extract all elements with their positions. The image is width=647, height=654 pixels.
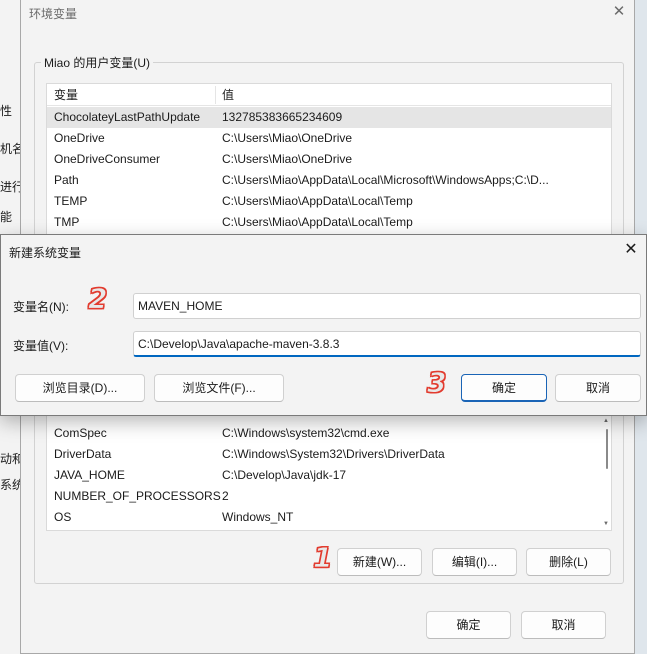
bg-fragment: 系统属 [0,478,22,492]
variable-name: Path [54,173,79,187]
table-row[interactable]: DriverData C:\Windows\System32\Drivers\D… [47,444,611,465]
scroll-down-icon[interactable]: ▼ [602,520,610,528]
variable-value-label: 变量值(V): [13,339,69,353]
table-row[interactable]: JAVA_HOME C:\Develop\Java\jdk-17 [47,465,611,486]
variable-value: C:\Users\Miao\OneDrive [222,152,353,166]
bg-fragment: 性 [0,104,13,118]
bg-fragment: 进行 [0,180,22,194]
column-header-variable[interactable]: 变量 [47,84,78,106]
variable-value: C:\Develop\Java\jdk-17 [222,468,347,482]
variable-name-input[interactable]: MAVEN_HOME [133,293,641,319]
variable-value: C:\Users\Miao\AppData\Local\Temp [222,215,413,229]
scrollbar[interactable]: ▲ ▼ [601,403,611,530]
column-header-value[interactable]: 值 [215,84,234,106]
close-icon[interactable]: ✕ [620,239,642,261]
table-row[interactable]: TEMP C:\Users\Miao\AppData\Local\Temp [47,191,611,212]
variable-value: 2 [222,489,229,503]
cancel-button[interactable]: 取消 [521,611,606,639]
variable-value: 132785383665234609 [222,110,343,124]
variable-name-label: 变量名(N): [13,300,69,314]
variable-name: JAVA_HOME [54,468,125,482]
variable-value-input[interactable]: C:\Develop\Java\apache-maven-3.8.3 [133,331,641,357]
table-row[interactable]: ComSpec C:\Windows\system32\cmd.exe [47,423,611,444]
variable-name: ComSpec [54,426,107,440]
variable-value: Windows_NT [222,510,294,524]
variable-value: C:\Users\Miao\OneDrive [222,131,353,145]
new-variable-button[interactable]: 新建(W)... [337,548,422,576]
table-row[interactable]: OneDrive C:\Users\Miao\OneDrive [47,128,611,149]
bg-fragment: 能 [0,210,13,224]
edit-variable-button[interactable]: 编辑(I)... [432,548,517,576]
table-row[interactable]: OS Windows_NT [47,507,611,528]
table-row[interactable]: OneDriveConsumer C:\Users\Miao\OneDrive [47,149,611,170]
variable-value: C:\Users\Miao\AppData\Local\Temp [222,194,413,208]
variable-name: NUMBER_OF_PROCESSORS [54,489,221,503]
table-row[interactable]: Path C:\Users\Miao\AppData\Local\Microso… [47,170,611,191]
variable-name: TEMP [54,194,88,208]
variable-value: C:\Windows\System32\Drivers\DriverData [222,447,445,461]
cancel-button[interactable]: 取消 [555,374,641,402]
step-callout-1: 1 [312,541,333,575]
variable-name: OneDriveConsumer [54,152,161,166]
browse-file-button[interactable]: 浏览文件(F)... [154,374,284,402]
scroll-up-icon[interactable]: ▲ [602,417,610,425]
table-row[interactable]: NUMBER_OF_PROCESSORS 2 [47,486,611,507]
ok-button[interactable]: 确定 [461,374,547,402]
variable-value: C:\Windows\system32\cmd.exe [222,426,390,440]
step-callout-3: 3 [426,366,447,400]
variable-name: DriverData [54,447,112,461]
dialog-title: 环境变量 [29,7,78,21]
ok-button[interactable]: 确定 [426,611,511,639]
step-callout-2: 2 [87,282,108,316]
bg-fragment: 机名 [0,142,22,156]
new-system-variable-dialog: 新建系统变量 ✕ 变量名(N): MAVEN_HOME 变量值(V): C:\D… [0,234,647,416]
delete-variable-button[interactable]: 删除(L) [526,548,611,576]
variable-name: OS [54,510,72,524]
scroll-thumb[interactable] [606,429,608,469]
table-row[interactable]: ChocolateyLastPathUpdate 132785383665234… [47,107,611,128]
system-variables-list[interactable]: ComSpec C:\Windows\system32\cmd.exe Driv… [46,403,612,531]
close-icon[interactable]: ✕ [604,0,634,26]
user-variables-label: Miao 的用户变量(U) [41,54,154,71]
variable-name: ChocolateyLastPathUpdate [54,110,201,124]
list-header: 变量 值 [47,84,611,106]
variable-name: OneDrive [54,131,105,145]
variable-value: C:\Users\Miao\AppData\Local\Microsoft\Wi… [222,173,549,187]
bg-fragment: 动和 [0,452,22,466]
table-row[interactable]: TMP C:\Users\Miao\AppData\Local\Temp [47,212,611,233]
browse-directory-button[interactable]: 浏览目录(D)... [15,374,145,402]
variable-name: TMP [54,215,80,229]
user-variables-list[interactable]: 变量 值 ChocolateyLastPathUpdate 1327853836… [46,83,612,243]
dialog-title: 新建系统变量 [9,246,82,260]
